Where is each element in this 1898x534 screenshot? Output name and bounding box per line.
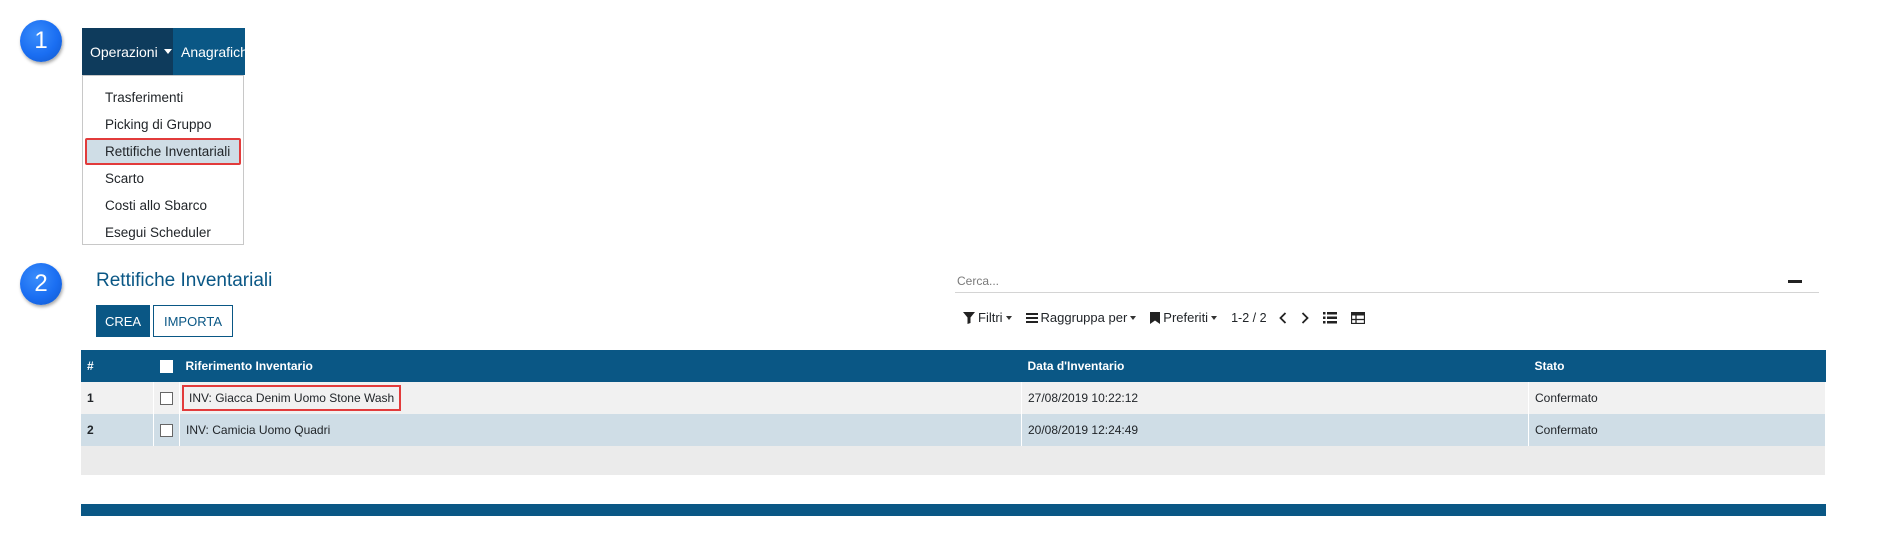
menu-operazioni-label: Operazioni <box>90 43 158 60</box>
row-select-cell <box>153 382 180 414</box>
search-input[interactable] <box>955 270 1819 293</box>
menu-item-scarto[interactable]: Scarto <box>85 165 241 192</box>
caret-down-icon <box>1211 315 1218 320</box>
row-date: 27/08/2019 10:22:12 <box>1021 382 1529 414</box>
chevron-left-icon[interactable] <box>1278 311 1287 324</box>
menu-anagrafiche[interactable]: Anagrafiche <box>173 28 245 75</box>
row-status: Confermato <box>1528 414 1826 446</box>
favorites-dropdown[interactable]: Preferiti <box>1150 310 1218 325</box>
column-header-date[interactable]: Data d'Inventario <box>1022 350 1529 382</box>
page-title: Rettifiche Inventariali <box>96 270 273 291</box>
caret-down-icon <box>163 49 172 54</box>
select-all-checkbox[interactable] <box>159 360 173 374</box>
favorites-label: Preferiti <box>1163 310 1209 325</box>
menu-item-picking-di-gruppo[interactable]: Picking di Gruppo <box>85 111 241 138</box>
operations-dropdown: Trasferimenti Picking di Gruppo Rettific… <box>82 75 244 245</box>
row-reference[interactable]: INV: Camicia Uomo Quadri <box>179 414 1022 446</box>
row-reference-cell[interactable]: INV: Giacca Denim Uomo Stone Wash <box>179 382 1022 414</box>
row-checkbox[interactable] <box>160 424 173 438</box>
pager-value[interactable]: 1-2 / 2 <box>1231 311 1266 325</box>
caret-down-icon <box>1005 315 1012 320</box>
table-footer-bar <box>81 504 1826 516</box>
filters-dropdown[interactable]: Filtri <box>963 310 1012 325</box>
step-badge-2: 2 <box>20 263 62 305</box>
groupby-dropdown[interactable]: Raggruppa per <box>1025 310 1137 325</box>
menu-item-trasferimenti[interactable]: Trasferimenti <box>85 84 241 111</box>
create-button[interactable]: CREA <box>96 305 150 337</box>
pivot-view-icon[interactable] <box>1350 311 1365 324</box>
search-options: Filtri Raggruppa per Preferiti 1-2 / 2 <box>963 310 1379 325</box>
menu-item-costi-allo-sbarco[interactable]: Costi allo Sbarco <box>85 192 241 219</box>
bookmark-icon <box>1150 311 1161 324</box>
import-button[interactable]: IMPORTA <box>153 305 233 337</box>
caret-down-icon <box>1130 315 1137 320</box>
column-header-status[interactable]: Stato <box>1529 350 1826 382</box>
menu-anagrafiche-label: Anagrafiche <box>181 43 245 60</box>
list-view-icon[interactable] <box>1322 311 1337 324</box>
table-empty-row <box>81 446 1826 475</box>
menu-item-esegui-scheduler[interactable]: Esegui Scheduler <box>85 219 241 246</box>
empty-cell <box>81 446 1826 475</box>
table-row[interactable]: 2 INV: Camicia Uomo Quadri 20/08/2019 12… <box>81 414 1826 446</box>
row-select-cell <box>153 414 180 446</box>
table-row[interactable]: 1 INV: Giacca Denim Uomo Stone Wash 27/0… <box>81 382 1826 414</box>
chevron-right-icon[interactable] <box>1301 311 1309 324</box>
select-all-cell <box>154 350 180 382</box>
row-status: Confermato <box>1528 382 1826 414</box>
column-header-reference[interactable]: Riferimento Inventario <box>180 350 1022 382</box>
row-number: 2 <box>81 414 154 446</box>
menu-item-rettifiche-inventariali[interactable]: Rettifiche Inventariali <box>85 138 241 165</box>
column-header-num: # <box>87 359 94 373</box>
collapse-icon[interactable] <box>1788 280 1802 283</box>
table-header-row: # Riferimento Inventario Data d'Inventar… <box>81 350 1826 382</box>
step-badge-1: 1 <box>20 20 62 62</box>
top-menu-bar: Operazioni Anagrafiche <box>82 28 245 75</box>
inventory-table: # Riferimento Inventario Data d'Inventar… <box>81 350 1826 475</box>
filters-label: Filtri <box>978 310 1003 325</box>
bars-icon <box>1025 312 1038 323</box>
filter-icon <box>963 311 975 324</box>
row-number: 1 <box>81 382 154 414</box>
groupby-label: Raggruppa per <box>1040 310 1128 325</box>
row-date: 20/08/2019 12:24:49 <box>1021 414 1529 446</box>
menu-operazioni[interactable]: Operazioni <box>82 28 173 75</box>
row-reference[interactable]: INV: Giacca Denim Uomo Stone Wash <box>181 385 402 411</box>
row-checkbox[interactable] <box>160 392 173 406</box>
